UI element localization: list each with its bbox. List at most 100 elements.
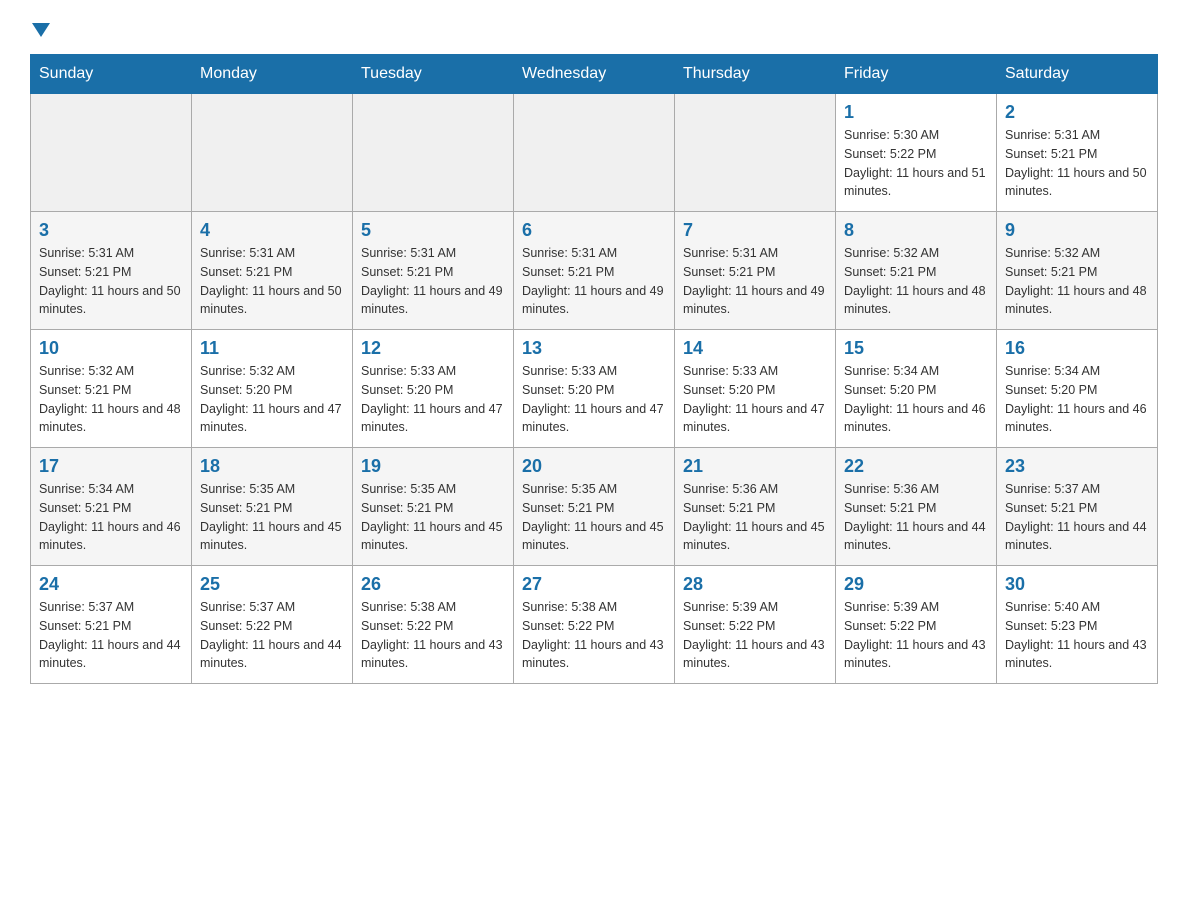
day-number: 28 bbox=[683, 574, 827, 595]
day-number: 25 bbox=[200, 574, 344, 595]
weekday-header-monday: Monday bbox=[192, 55, 353, 94]
day-number: 23 bbox=[1005, 456, 1149, 477]
calendar-cell bbox=[514, 94, 675, 212]
day-number: 26 bbox=[361, 574, 505, 595]
calendar-cell: 28 Sunrise: 5:39 AM Sunset: 5:22 PM Dayli… bbox=[675, 566, 836, 684]
day-info: Sunrise: 5:38 AM Sunset: 5:22 PM Dayligh… bbox=[522, 598, 666, 673]
day-info: Sunrise: 5:35 AM Sunset: 5:21 PM Dayligh… bbox=[200, 480, 344, 555]
day-info: Sunrise: 5:31 AM Sunset: 5:21 PM Dayligh… bbox=[361, 244, 505, 319]
day-number: 27 bbox=[522, 574, 666, 595]
day-number: 22 bbox=[844, 456, 988, 477]
day-info: Sunrise: 5:36 AM Sunset: 5:21 PM Dayligh… bbox=[844, 480, 988, 555]
calendar-cell bbox=[353, 94, 514, 212]
calendar-week-row: 3 Sunrise: 5:31 AM Sunset: 5:21 PM Daylig… bbox=[31, 212, 1158, 330]
day-number: 6 bbox=[522, 220, 666, 241]
calendar-cell bbox=[31, 94, 192, 212]
day-info: Sunrise: 5:30 AM Sunset: 5:22 PM Dayligh… bbox=[844, 126, 988, 201]
calendar-cell: 20Sunrise: 5:35 AM Sunset: 5:21 PM Dayli… bbox=[514, 448, 675, 566]
day-number: 29 bbox=[844, 574, 988, 595]
day-number: 17 bbox=[39, 456, 183, 477]
calendar-cell: 30Sunrise: 5:40 AM Sunset: 5:23 PM Dayli… bbox=[997, 566, 1158, 684]
day-number: 1 bbox=[844, 102, 988, 123]
calendar-cell: 26 Sunrise: 5:38 AM Sunset: 5:22 PM Dayli… bbox=[353, 566, 514, 684]
calendar-cell bbox=[192, 94, 353, 212]
day-info: Sunrise: 5:34 AM Sunset: 5:21 PM Dayligh… bbox=[39, 480, 183, 555]
calendar-cell: 14Sunrise: 5:33 AM Sunset: 5:20 PM Dayli… bbox=[675, 330, 836, 448]
day-number: 7 bbox=[683, 220, 827, 241]
calendar-cell: 18Sunrise: 5:35 AM Sunset: 5:21 PM Dayli… bbox=[192, 448, 353, 566]
day-number: 5 bbox=[361, 220, 505, 241]
day-info: Sunrise: 5:40 AM Sunset: 5:23 PM Dayligh… bbox=[1005, 598, 1149, 673]
day-info: Sunrise: 5:33 AM Sunset: 5:20 PM Dayligh… bbox=[361, 362, 505, 437]
logo bbox=[30, 20, 50, 39]
day-info: Sunrise: 5:31 AM Sunset: 5:21 PM Dayligh… bbox=[39, 244, 183, 319]
day-info: Sunrise: 5:32 AM Sunset: 5:20 PM Dayligh… bbox=[200, 362, 344, 437]
day-info: Sunrise: 5:33 AM Sunset: 5:20 PM Dayligh… bbox=[683, 362, 827, 437]
weekday-header-saturday: Saturday bbox=[997, 55, 1158, 94]
calendar-cell: 27 Sunrise: 5:38 AM Sunset: 5:22 PM Dayli… bbox=[514, 566, 675, 684]
day-info: Sunrise: 5:31 AM Sunset: 5:21 PM Dayligh… bbox=[683, 244, 827, 319]
day-info: Sunrise: 5:39 AM Sunset: 5:22 PM Dayligh… bbox=[683, 598, 827, 673]
weekday-header-wednesday: Wednesday bbox=[514, 55, 675, 94]
day-info: Sunrise: 5:33 AM Sunset: 5:20 PM Dayligh… bbox=[522, 362, 666, 437]
calendar-cell: 16Sunrise: 5:34 AM Sunset: 5:20 PM Dayli… bbox=[997, 330, 1158, 448]
day-number: 8 bbox=[844, 220, 988, 241]
day-number: 19 bbox=[361, 456, 505, 477]
calendar-cell: 17 Sunrise: 5:34 AM Sunset: 5:21 PM Dayli… bbox=[31, 448, 192, 566]
day-info: Sunrise: 5:35 AM Sunset: 5:21 PM Dayligh… bbox=[522, 480, 666, 555]
calendar-cell: 9Sunrise: 5:32 AM Sunset: 5:21 PM Daylig… bbox=[997, 212, 1158, 330]
day-info: Sunrise: 5:37 AM Sunset: 5:21 PM Dayligh… bbox=[1005, 480, 1149, 555]
calendar-week-row: 10 Sunrise: 5:32 AM Sunset: 5:21 PM Dayli… bbox=[31, 330, 1158, 448]
calendar-body: 1 Sunrise: 5:30 AM Sunset: 5:22 PM Daylig… bbox=[31, 94, 1158, 684]
day-number: 12 bbox=[361, 338, 505, 359]
day-info: Sunrise: 5:37 AM Sunset: 5:21 PM Dayligh… bbox=[39, 598, 183, 673]
day-info: Sunrise: 5:32 AM Sunset: 5:21 PM Dayligh… bbox=[1005, 244, 1149, 319]
calendar-cell: 25Sunrise: 5:37 AM Sunset: 5:22 PM Dayli… bbox=[192, 566, 353, 684]
calendar-cell: 15 Sunrise: 5:34 AM Sunset: 5:20 PM Dayli… bbox=[836, 330, 997, 448]
calendar-week-row: 1 Sunrise: 5:30 AM Sunset: 5:22 PM Daylig… bbox=[31, 94, 1158, 212]
calendar-header: SundayMondayTuesdayWednesdayThursdayFrid… bbox=[31, 55, 1158, 94]
day-number: 24 bbox=[39, 574, 183, 595]
calendar-week-row: 24 Sunrise: 5:37 AM Sunset: 5:21 PM Dayli… bbox=[31, 566, 1158, 684]
day-info: Sunrise: 5:31 AM Sunset: 5:21 PM Dayligh… bbox=[1005, 126, 1149, 201]
day-info: Sunrise: 5:35 AM Sunset: 5:21 PM Dayligh… bbox=[361, 480, 505, 555]
day-number: 2 bbox=[1005, 102, 1149, 123]
day-info: Sunrise: 5:32 AM Sunset: 5:21 PM Dayligh… bbox=[39, 362, 183, 437]
day-number: 21 bbox=[683, 456, 827, 477]
weekday-header-sunday: Sunday bbox=[31, 55, 192, 94]
calendar-cell: 13Sunrise: 5:33 AM Sunset: 5:20 PM Dayli… bbox=[514, 330, 675, 448]
weekday-header-tuesday: Tuesday bbox=[353, 55, 514, 94]
day-info: Sunrise: 5:31 AM Sunset: 5:21 PM Dayligh… bbox=[522, 244, 666, 319]
day-info: Sunrise: 5:39 AM Sunset: 5:22 PM Dayligh… bbox=[844, 598, 988, 673]
calendar-cell: 29 Sunrise: 5:39 AM Sunset: 5:22 PM Dayli… bbox=[836, 566, 997, 684]
weekday-header-row: SundayMondayTuesdayWednesdayThursdayFrid… bbox=[31, 55, 1158, 94]
calendar-cell: 1 Sunrise: 5:30 AM Sunset: 5:22 PM Daylig… bbox=[836, 94, 997, 212]
calendar-cell: 2 Sunrise: 5:31 AM Sunset: 5:21 PM Daylig… bbox=[997, 94, 1158, 212]
day-number: 10 bbox=[39, 338, 183, 359]
calendar-cell: 7 Sunrise: 5:31 AM Sunset: 5:21 PM Daylig… bbox=[675, 212, 836, 330]
calendar-table: SundayMondayTuesdayWednesdayThursdayFrid… bbox=[30, 54, 1158, 684]
calendar-cell: 10 Sunrise: 5:32 AM Sunset: 5:21 PM Dayli… bbox=[31, 330, 192, 448]
calendar-cell: 19 Sunrise: 5:35 AM Sunset: 5:21 PM Dayli… bbox=[353, 448, 514, 566]
calendar-cell: 23 Sunrise: 5:37 AM Sunset: 5:21 PM Dayli… bbox=[997, 448, 1158, 566]
day-number: 15 bbox=[844, 338, 988, 359]
calendar-cell: 21Sunrise: 5:36 AM Sunset: 5:21 PM Dayli… bbox=[675, 448, 836, 566]
calendar-cell: 6 Sunrise: 5:31 AM Sunset: 5:21 PM Daylig… bbox=[514, 212, 675, 330]
day-number: 11 bbox=[200, 338, 344, 359]
calendar-cell: 8Sunrise: 5:32 AM Sunset: 5:21 PM Daylig… bbox=[836, 212, 997, 330]
page-header bbox=[30, 20, 1158, 39]
weekday-header-thursday: Thursday bbox=[675, 55, 836, 94]
calendar-cell: 4Sunrise: 5:31 AM Sunset: 5:21 PM Daylig… bbox=[192, 212, 353, 330]
calendar-cell: 12 Sunrise: 5:33 AM Sunset: 5:20 PM Dayli… bbox=[353, 330, 514, 448]
day-info: Sunrise: 5:31 AM Sunset: 5:21 PM Dayligh… bbox=[200, 244, 344, 319]
day-info: Sunrise: 5:38 AM Sunset: 5:22 PM Dayligh… bbox=[361, 598, 505, 673]
calendar-cell: 5 Sunrise: 5:31 AM Sunset: 5:21 PM Daylig… bbox=[353, 212, 514, 330]
weekday-header-friday: Friday bbox=[836, 55, 997, 94]
day-number: 16 bbox=[1005, 338, 1149, 359]
calendar-cell: 22 Sunrise: 5:36 AM Sunset: 5:21 PM Dayli… bbox=[836, 448, 997, 566]
calendar-cell bbox=[675, 94, 836, 212]
calendar-week-row: 17 Sunrise: 5:34 AM Sunset: 5:21 PM Dayli… bbox=[31, 448, 1158, 566]
day-info: Sunrise: 5:34 AM Sunset: 5:20 PM Dayligh… bbox=[844, 362, 988, 437]
day-number: 3 bbox=[39, 220, 183, 241]
calendar-cell: 24 Sunrise: 5:37 AM Sunset: 5:21 PM Dayli… bbox=[31, 566, 192, 684]
